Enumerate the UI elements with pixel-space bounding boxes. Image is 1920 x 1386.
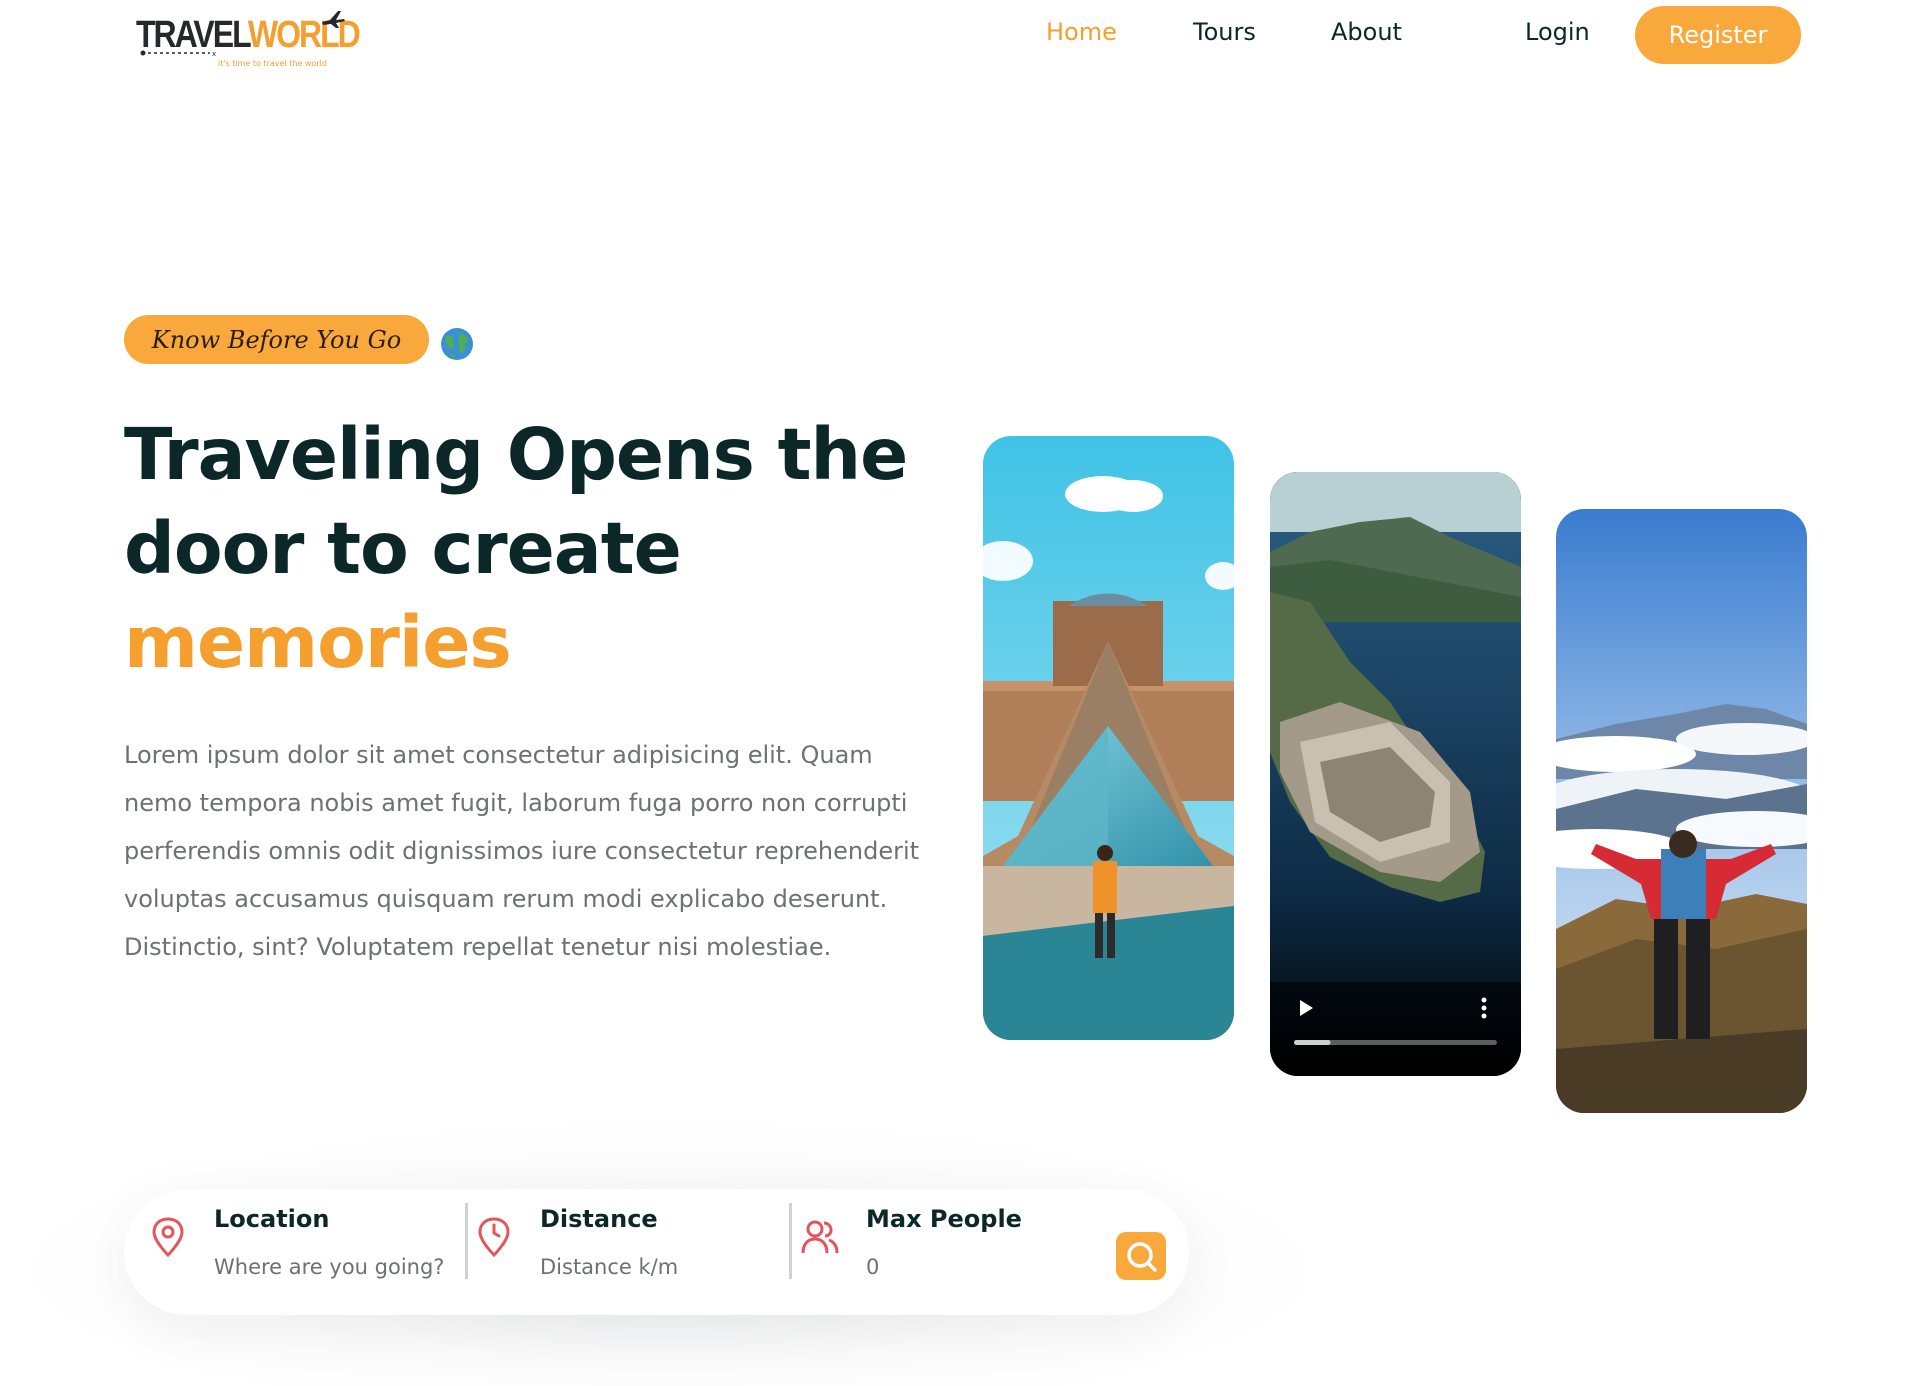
- page: TRAVELWORLD x it's time to travel the wo…: [0, 0, 1920, 1386]
- login-link[interactable]: Login: [1525, 18, 1590, 52]
- nav-tours[interactable]: Tours: [1193, 18, 1256, 52]
- search-button[interactable]: [1116, 1232, 1166, 1280]
- flight-path-decoration: x: [140, 50, 216, 56]
- airplane-icon: [322, 11, 345, 28]
- distance-input[interactable]: [540, 1247, 770, 1287]
- hero-title: Traveling Opens the door to create memor…: [124, 408, 944, 690]
- hero-image-mountain-hiker: [1556, 509, 1807, 1113]
- hero-badge: Know Before You Go: [124, 315, 429, 364]
- location-field: Location: [148, 1189, 448, 1315]
- location-label: Location: [214, 1205, 330, 1233]
- location-input[interactable]: [214, 1247, 444, 1287]
- people-field: Max People: [800, 1189, 1120, 1315]
- search-divider: [465, 1203, 468, 1279]
- hero-title-line1: Traveling Opens the: [124, 413, 908, 496]
- register-button[interactable]: Register: [1635, 6, 1801, 64]
- logo-tagline: it's time to travel the world: [218, 59, 327, 68]
- people-label: Max People: [866, 1205, 1022, 1233]
- distance-label: Distance: [540, 1205, 658, 1233]
- hero-description: Lorem ipsum dolor sit amet consectetur a…: [124, 741, 920, 961]
- svg-text:x: x: [212, 50, 216, 56]
- search-icon: [1127, 1242, 1157, 1272]
- nav-about[interactable]: About: [1331, 18, 1402, 52]
- nav-home[interactable]: Home: [1046, 18, 1117, 52]
- hero-image-louvre: [983, 436, 1234, 1040]
- people-input[interactable]: [866, 1247, 1016, 1287]
- hero-video-fortress[interactable]: [1270, 472, 1521, 1076]
- search-divider: [789, 1203, 792, 1279]
- distance-field: Distance: [474, 1189, 774, 1315]
- globe-icon: [441, 328, 473, 360]
- hero-title-line2: door to create: [124, 507, 682, 590]
- hero-title-highlight: memories: [124, 601, 512, 684]
- map-pin-icon: [152, 1217, 184, 1258]
- logo[interactable]: TRAVELWORLD x it's time to travel the wo…: [134, 6, 361, 68]
- map-pin-clock-icon: [478, 1217, 510, 1258]
- users-icon: [801, 1220, 839, 1254]
- search-bar: Location Distance Max People: [124, 1189, 1189, 1315]
- video-progress-fill: [1294, 1040, 1331, 1045]
